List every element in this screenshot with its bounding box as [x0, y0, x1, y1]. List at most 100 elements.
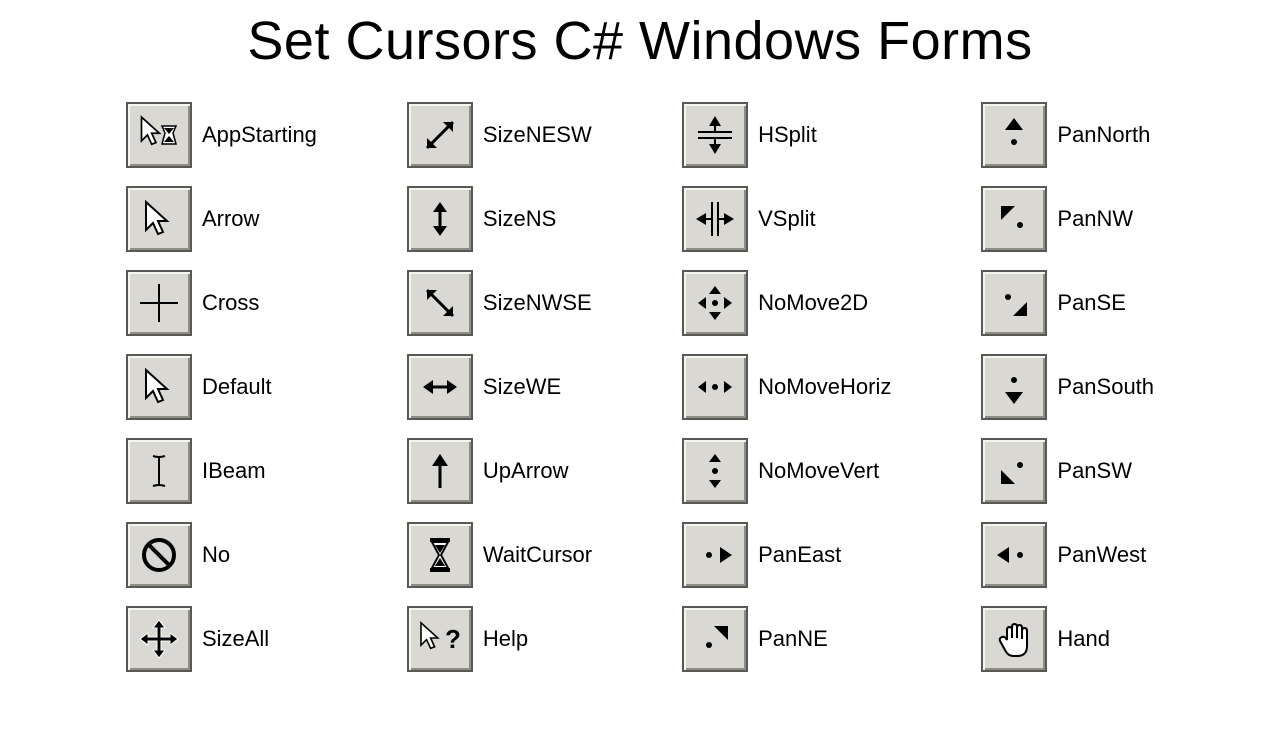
- cursor-label: NoMoveHoriz: [758, 374, 891, 400]
- no-move-vert-icon: [692, 448, 738, 494]
- pan-west-icon: [991, 532, 1037, 578]
- page-title: Set Cursors C# Windows Forms: [0, 10, 1280, 72]
- cursor-label: PanNE: [758, 626, 828, 652]
- cursor-row-pan-sw: PanSW: [981, 438, 1154, 504]
- help-icon: [417, 616, 463, 662]
- cursor-row-pan-se: PanSE: [981, 270, 1154, 336]
- cursor-button-arrow[interactable]: [126, 186, 192, 252]
- cursor-button-pan-north[interactable]: [981, 102, 1047, 168]
- pan-north-icon: [991, 112, 1037, 158]
- no-icon: [136, 532, 182, 578]
- cursor-button-no[interactable]: [126, 522, 192, 588]
- cursor-label: PanSouth: [1057, 374, 1154, 400]
- cursor-button-h-split[interactable]: [682, 102, 748, 168]
- size-we-icon: [417, 364, 463, 410]
- cursor-row-wait-cursor: WaitCursor: [407, 522, 592, 588]
- cursor-row-hand: Hand: [981, 606, 1154, 672]
- cursor-label: Arrow: [202, 206, 259, 232]
- cursor-row-v-split: VSplit: [682, 186, 891, 252]
- cursor-row-app-starting: AppStarting: [126, 102, 317, 168]
- cursor-row-pan-ne: PanNE: [682, 606, 891, 672]
- cross-icon: [136, 280, 182, 326]
- v-split-icon: [692, 196, 738, 242]
- cursor-row-size-we: SizeWE: [407, 354, 592, 420]
- cursor-row-size-nwse: SizeNWSE: [407, 270, 592, 336]
- cursor-button-app-starting[interactable]: [126, 102, 192, 168]
- cursor-row-arrow: Arrow: [126, 186, 317, 252]
- cursor-button-pan-east[interactable]: [682, 522, 748, 588]
- cursor-button-size-nesw[interactable]: [407, 102, 473, 168]
- cursor-row-size-all: SizeAll: [126, 606, 317, 672]
- cursor-row-h-split: HSplit: [682, 102, 891, 168]
- cursor-button-pan-se[interactable]: [981, 270, 1047, 336]
- default-icon: [136, 364, 182, 410]
- cursor-label: Help: [483, 626, 528, 652]
- cursor-row-no-move-vert: NoMoveVert: [682, 438, 891, 504]
- cursor-button-ibeam[interactable]: [126, 438, 192, 504]
- cursor-row-help: Help: [407, 606, 592, 672]
- cursor-row-up-arrow: UpArrow: [407, 438, 592, 504]
- cursor-button-no-move-2d[interactable]: [682, 270, 748, 336]
- cursor-row-ibeam: IBeam: [126, 438, 317, 504]
- cursor-label: PanSE: [1057, 290, 1126, 316]
- cursor-button-v-split[interactable]: [682, 186, 748, 252]
- cursor-label: UpArrow: [483, 458, 569, 484]
- cursor-row-pan-west: PanWest: [981, 522, 1154, 588]
- cursor-button-cross[interactable]: [126, 270, 192, 336]
- cursor-label: SizeNS: [483, 206, 556, 232]
- cursor-row-pan-south: PanSouth: [981, 354, 1154, 420]
- cursor-row-no-move-horiz: NoMoveHoriz: [682, 354, 891, 420]
- cursor-grid: AppStartingArrowCrossDefaultIBeamNoSizeA…: [0, 102, 1280, 672]
- cursor-button-up-arrow[interactable]: [407, 438, 473, 504]
- cursor-row-no-move-2d: NoMove2D: [682, 270, 891, 336]
- pan-south-icon: [991, 364, 1037, 410]
- cursor-button-hand[interactable]: [981, 606, 1047, 672]
- cursor-button-size-nwse[interactable]: [407, 270, 473, 336]
- cursor-label: No: [202, 542, 230, 568]
- cursor-row-pan-nw: PanNW: [981, 186, 1154, 252]
- up-arrow-icon: [417, 448, 463, 494]
- cursor-label: PanNorth: [1057, 122, 1150, 148]
- cursor-label: Default: [202, 374, 272, 400]
- ibeam-icon: [136, 448, 182, 494]
- cursor-button-default[interactable]: [126, 354, 192, 420]
- cursor-label: IBeam: [202, 458, 266, 484]
- cursor-row-pan-east: PanEast: [682, 522, 891, 588]
- cursor-label: WaitCursor: [483, 542, 592, 568]
- cursor-label: SizeAll: [202, 626, 269, 652]
- cursor-label: SizeNESW: [483, 122, 592, 148]
- no-move-2d-icon: [692, 280, 738, 326]
- cursor-label: NoMove2D: [758, 290, 868, 316]
- cursor-button-pan-south[interactable]: [981, 354, 1047, 420]
- cursor-label: VSplit: [758, 206, 815, 232]
- cursor-label: AppStarting: [202, 122, 317, 148]
- cursor-button-size-all[interactable]: [126, 606, 192, 672]
- cursor-row-no: No: [126, 522, 317, 588]
- cursor-label: PanNW: [1057, 206, 1133, 232]
- cursor-label: SizeNWSE: [483, 290, 592, 316]
- no-move-horiz-icon: [692, 364, 738, 410]
- cursor-button-pan-west[interactable]: [981, 522, 1047, 588]
- pan-se-icon: [991, 280, 1037, 326]
- cursor-button-no-move-horiz[interactable]: [682, 354, 748, 420]
- cursor-label: Hand: [1057, 626, 1110, 652]
- cursor-button-no-move-vert[interactable]: [682, 438, 748, 504]
- pan-nw-icon: [991, 196, 1037, 242]
- app-starting-icon: [136, 112, 182, 158]
- cursor-button-pan-ne[interactable]: [682, 606, 748, 672]
- cursor-label: PanEast: [758, 542, 841, 568]
- cursor-button-size-ns[interactable]: [407, 186, 473, 252]
- cursor-button-size-we[interactable]: [407, 354, 473, 420]
- cursor-row-size-ns: SizeNS: [407, 186, 592, 252]
- cursor-row-pan-north: PanNorth: [981, 102, 1154, 168]
- pan-ne-icon: [692, 616, 738, 662]
- size-ns-icon: [417, 196, 463, 242]
- cursor-button-pan-nw[interactable]: [981, 186, 1047, 252]
- cursor-label: PanSW: [1057, 458, 1132, 484]
- cursor-button-wait-cursor[interactable]: [407, 522, 473, 588]
- pan-sw-icon: [991, 448, 1037, 494]
- wait-cursor-icon: [417, 532, 463, 578]
- cursor-row-default: Default: [126, 354, 317, 420]
- cursor-button-help[interactable]: [407, 606, 473, 672]
- cursor-button-pan-sw[interactable]: [981, 438, 1047, 504]
